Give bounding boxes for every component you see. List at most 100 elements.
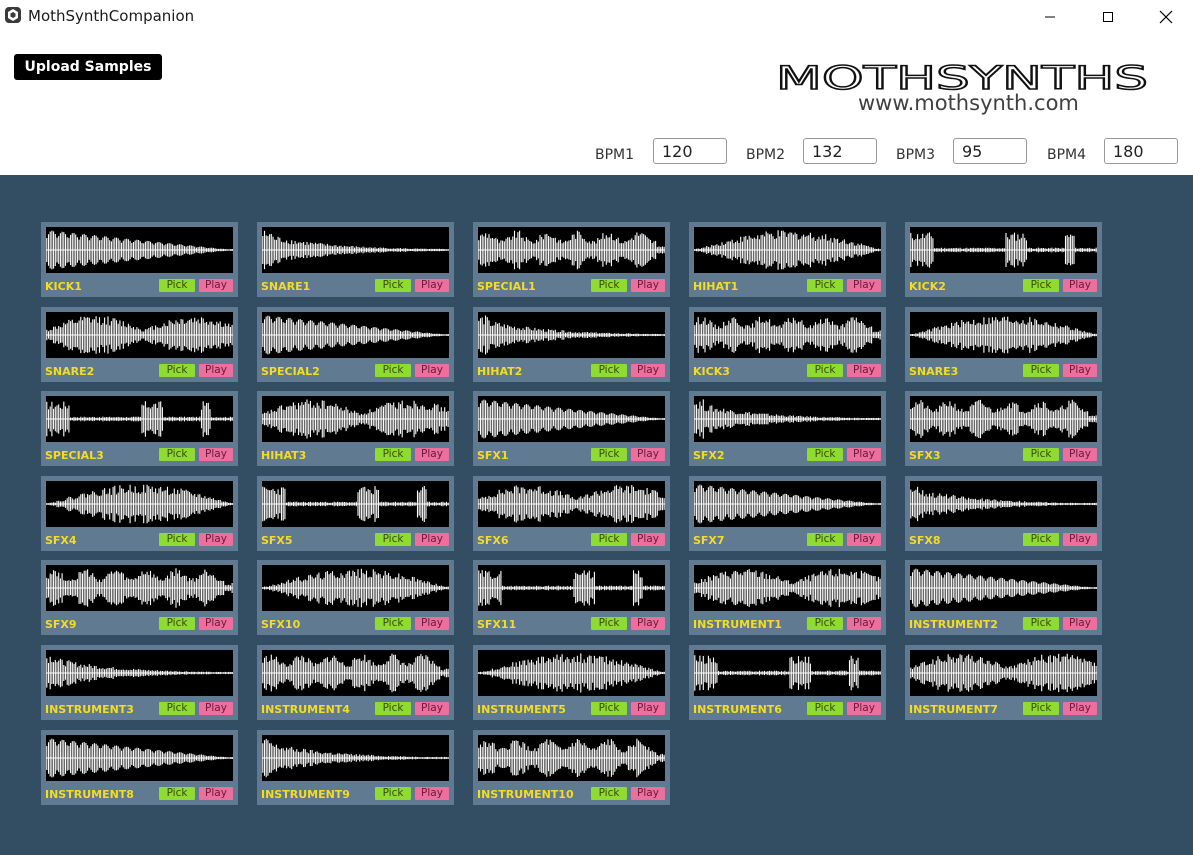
sample-label: SPECIAL3 xyxy=(45,449,104,462)
play-button[interactable]: Play xyxy=(847,448,881,461)
pick-button[interactable]: Pick xyxy=(375,279,411,292)
pick-button[interactable]: Pick xyxy=(807,364,843,377)
play-button[interactable]: Play xyxy=(847,364,881,377)
play-button[interactable]: Play xyxy=(847,702,881,715)
sample-tile: INSTRUMENT2 Pick Play xyxy=(905,560,1102,635)
sample-tile: INSTRUMENT8 Pick Play xyxy=(41,730,238,805)
play-button[interactable]: Play xyxy=(847,279,881,292)
sample-label: KICK3 xyxy=(693,365,730,378)
play-button[interactable]: Play xyxy=(199,364,233,377)
pick-button[interactable]: Pick xyxy=(591,279,627,292)
pick-button[interactable]: Pick xyxy=(159,533,195,546)
pick-button[interactable]: Pick xyxy=(1023,617,1059,630)
play-button[interactable]: Play xyxy=(631,617,665,630)
pick-button[interactable]: Pick xyxy=(159,279,195,292)
pick-button[interactable]: Pick xyxy=(375,448,411,461)
upload-samples-button[interactable]: Upload Samples xyxy=(14,54,162,80)
play-button[interactable]: Play xyxy=(199,448,233,461)
pick-button[interactable]: Pick xyxy=(1023,279,1059,292)
play-button[interactable]: Play xyxy=(631,448,665,461)
sample-tile: HIHAT3 Pick Play xyxy=(257,391,454,466)
play-button[interactable]: Play xyxy=(415,533,449,546)
website-link[interactable]: www.mothsynth.com xyxy=(858,91,1079,115)
bpm4-label: BPM4 xyxy=(1047,147,1087,163)
sample-label: SFX3 xyxy=(909,449,941,462)
pick-button[interactable]: Pick xyxy=(1023,364,1059,377)
waveform-display xyxy=(478,735,665,781)
pick-button[interactable]: Pick xyxy=(159,617,195,630)
pick-button[interactable]: Pick xyxy=(375,533,411,546)
pick-button[interactable]: Pick xyxy=(159,787,195,800)
sample-label: SFX5 xyxy=(261,534,293,547)
waveform-display xyxy=(910,396,1097,442)
bpm4-input[interactable] xyxy=(1104,138,1178,164)
play-button[interactable]: Play xyxy=(415,702,449,715)
play-button[interactable]: Play xyxy=(631,364,665,377)
pick-button[interactable]: Pick xyxy=(375,787,411,800)
play-button[interactable]: Play xyxy=(631,702,665,715)
pick-button[interactable]: Pick xyxy=(1023,702,1059,715)
play-button[interactable]: Play xyxy=(847,617,881,630)
waveform-display xyxy=(910,227,1097,273)
play-button[interactable]: Play xyxy=(1063,533,1097,546)
play-button[interactable]: Play xyxy=(199,787,233,800)
waveform-display xyxy=(478,565,665,611)
pick-button[interactable]: Pick xyxy=(807,279,843,292)
pick-button[interactable]: Pick xyxy=(591,702,627,715)
play-button[interactable]: Play xyxy=(1063,279,1097,292)
pick-button[interactable]: Pick xyxy=(807,448,843,461)
play-button[interactable]: Play xyxy=(415,617,449,630)
pick-button[interactable]: Pick xyxy=(159,364,195,377)
play-button[interactable]: Play xyxy=(631,533,665,546)
pick-button[interactable]: Pick xyxy=(375,364,411,377)
pick-button[interactable]: Pick xyxy=(159,448,195,461)
play-button[interactable]: Play xyxy=(631,787,665,800)
pick-button[interactable]: Pick xyxy=(1023,533,1059,546)
play-button[interactable]: Play xyxy=(199,279,233,292)
sample-label: KICK1 xyxy=(45,280,82,293)
sample-tile: SFX9 Pick Play xyxy=(41,560,238,635)
sample-tile: KICK2 Pick Play xyxy=(905,222,1102,297)
play-button[interactable]: Play xyxy=(1063,448,1097,461)
sample-tile: KICK3 Pick Play xyxy=(689,307,886,382)
pick-button[interactable]: Pick xyxy=(591,617,627,630)
title-bar: MothSynthCompanion xyxy=(0,0,1193,33)
pick-button[interactable]: Pick xyxy=(591,533,627,546)
sample-tile: SNARE3 Pick Play xyxy=(905,307,1102,382)
play-button[interactable]: Play xyxy=(199,617,233,630)
pick-button[interactable]: Pick xyxy=(591,787,627,800)
pick-button[interactable]: Pick xyxy=(807,533,843,546)
bpm1-label: BPM1 xyxy=(595,147,635,163)
pick-button[interactable]: Pick xyxy=(807,617,843,630)
window-title: MothSynthCompanion xyxy=(28,7,195,25)
bpm1-input[interactable] xyxy=(653,138,727,164)
waveform-graphic xyxy=(910,399,1097,439)
play-button[interactable]: Play xyxy=(1063,702,1097,715)
play-button[interactable]: Play xyxy=(415,279,449,292)
sample-tile: HIHAT2 Pick Play xyxy=(473,307,670,382)
minimize-button[interactable] xyxy=(1021,0,1079,33)
play-button[interactable]: Play xyxy=(415,787,449,800)
bpm3-input[interactable] xyxy=(953,138,1027,164)
play-button[interactable]: Play xyxy=(847,533,881,546)
maximize-button[interactable] xyxy=(1079,0,1137,33)
play-button[interactable]: Play xyxy=(415,448,449,461)
pick-button[interactable]: Pick xyxy=(375,702,411,715)
play-button[interactable]: Play xyxy=(1063,617,1097,630)
pick-button[interactable]: Pick xyxy=(375,617,411,630)
pick-button[interactable]: Pick xyxy=(591,364,627,377)
play-button[interactable]: Play xyxy=(631,279,665,292)
pick-button[interactable]: Pick xyxy=(1023,448,1059,461)
pick-button[interactable]: Pick xyxy=(591,448,627,461)
bpm2-input[interactable] xyxy=(803,138,877,164)
waveform-graphic xyxy=(910,568,1097,608)
pick-button[interactable]: Pick xyxy=(159,702,195,715)
waveform-graphic xyxy=(262,568,449,608)
play-button[interactable]: Play xyxy=(415,364,449,377)
pick-button[interactable]: Pick xyxy=(807,702,843,715)
sample-label: INSTRUMENT5 xyxy=(477,703,566,716)
play-button[interactable]: Play xyxy=(1063,364,1097,377)
close-button[interactable] xyxy=(1137,0,1193,33)
play-button[interactable]: Play xyxy=(199,533,233,546)
play-button[interactable]: Play xyxy=(199,702,233,715)
